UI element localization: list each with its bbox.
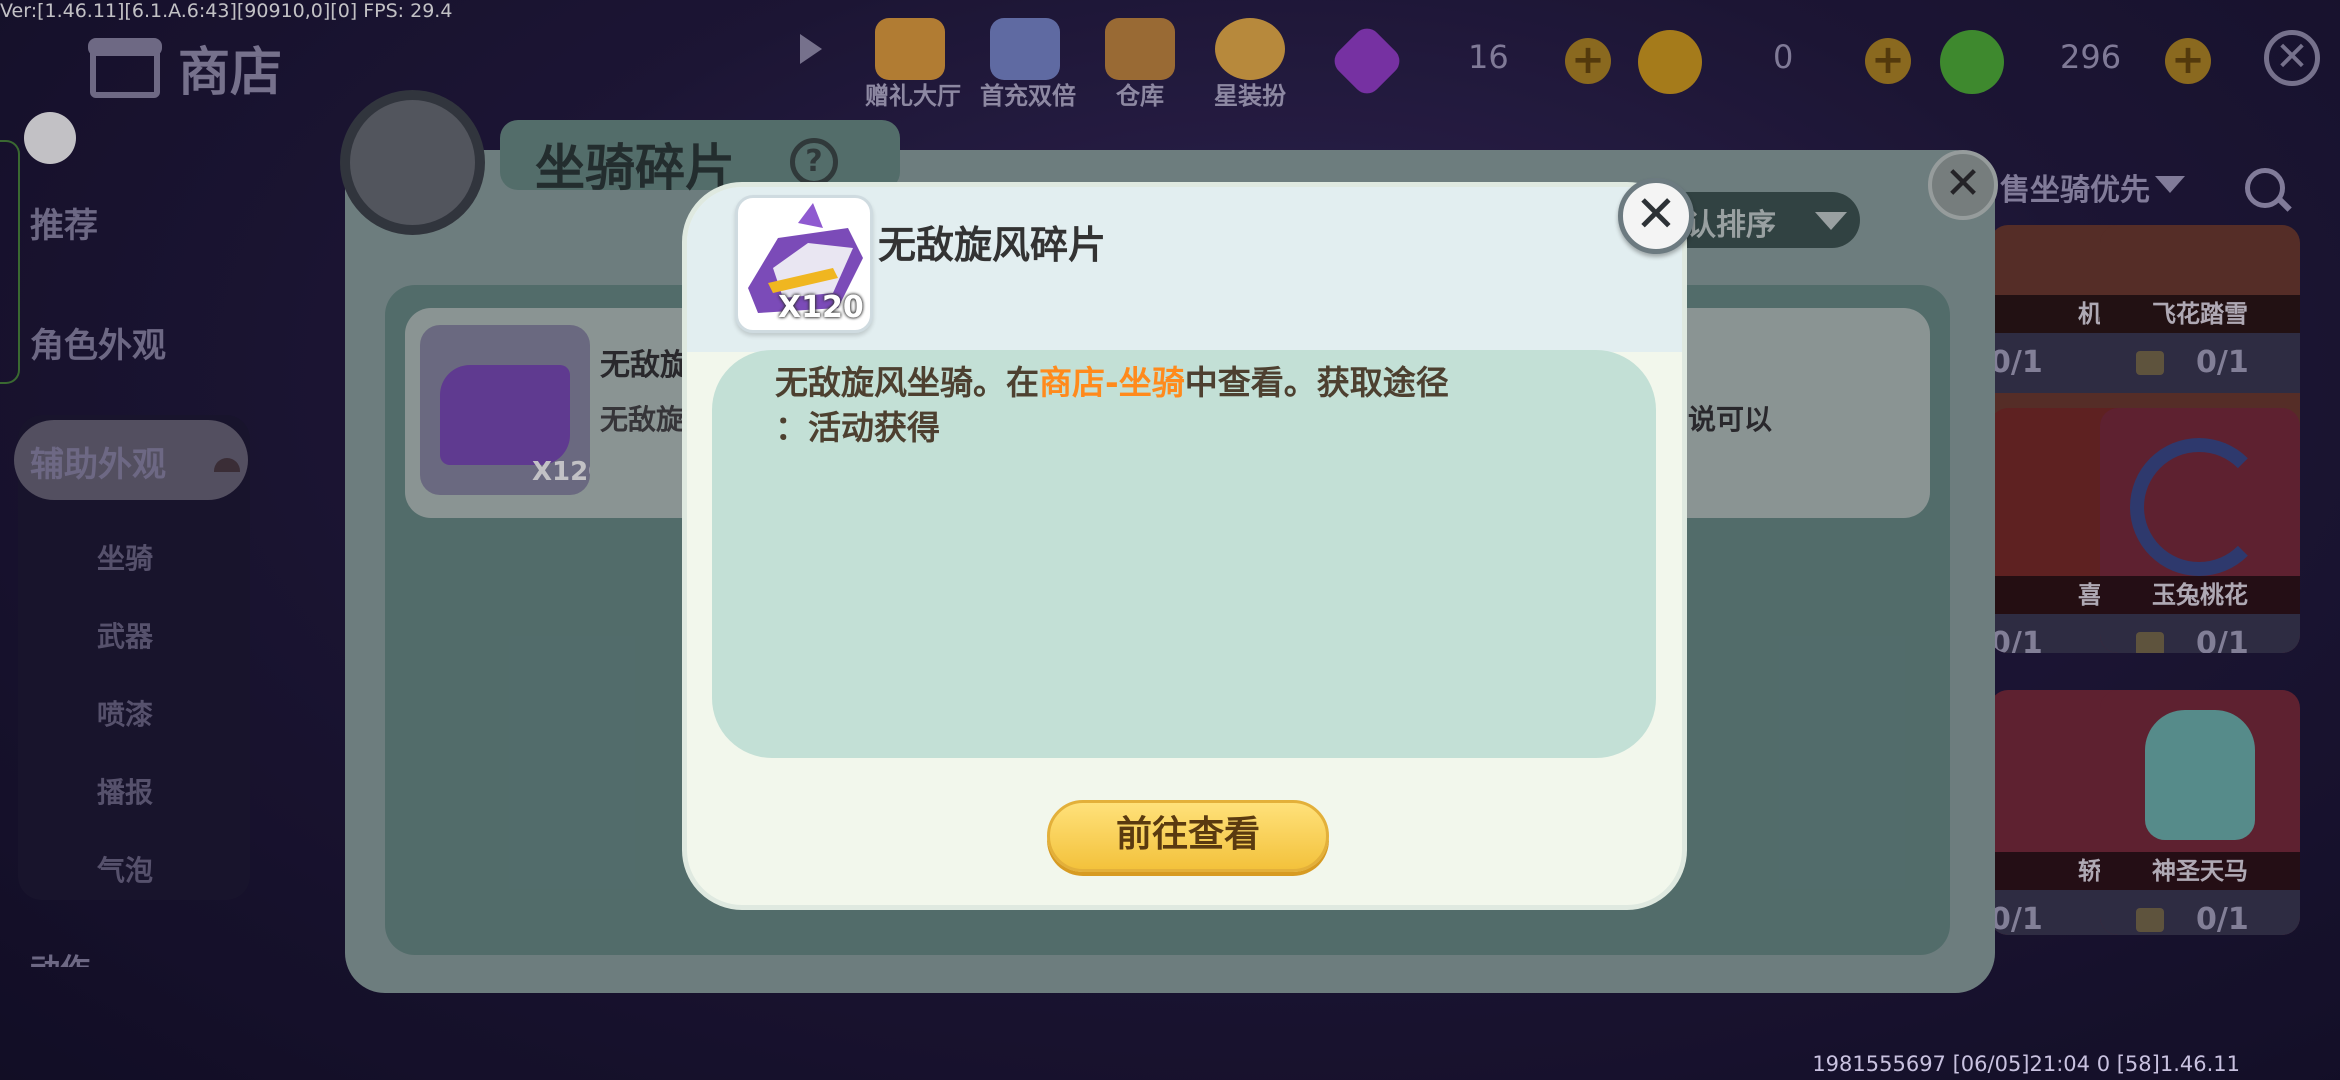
desc-text-part1: 无敌旋风坐骑。在	[775, 363, 1039, 402]
item-count: X120	[778, 290, 864, 325]
go-view-button[interactable]: 前往查看	[1047, 800, 1329, 872]
desc-link-store-mount[interactable]: 商店-坐骑	[1039, 363, 1185, 402]
desc-text-part2: 中查看。获取途径	[1184, 363, 1449, 402]
close-dialog-button[interactable]: ✕	[1618, 178, 1694, 254]
go-view-button-label: 前往查看	[1115, 814, 1260, 855]
debug-footer-text: 1981555697 [06/05]21:04 0 [58]1.46.11	[1812, 1052, 2240, 1076]
item-description: 无敌旋风坐骑。在商店-坐骑中查看。获取途径 ：活动获得	[775, 360, 1635, 450]
dialog-title: 无敌旋风碎片	[878, 223, 1107, 267]
desc-text-source: ：活动获得	[775, 408, 940, 447]
